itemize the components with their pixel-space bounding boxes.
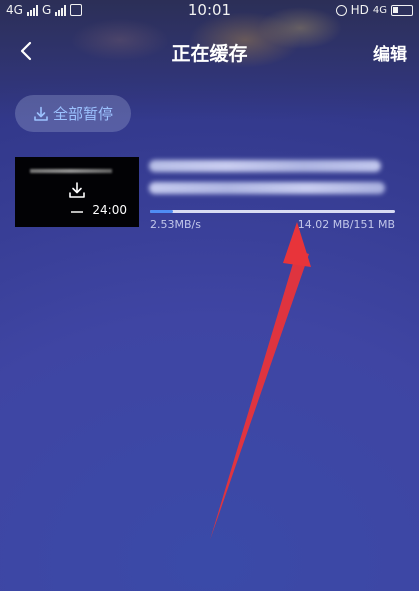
download-item[interactable]: 24:00 2.53MB/s 14.02 MB/151 MB bbox=[15, 157, 405, 237]
status-right: HD 4G bbox=[335, 3, 413, 17]
nav-header: 正在缓存 编辑 bbox=[0, 30, 419, 74]
thumbnail-blurred-text bbox=[30, 169, 112, 173]
download-progress-fill bbox=[150, 210, 173, 213]
download-speed: 2.53MB/s bbox=[150, 218, 201, 231]
page-title: 正在缓存 bbox=[171, 43, 248, 65]
battery-icon bbox=[391, 4, 413, 16]
thumbnail-dash bbox=[71, 211, 83, 213]
video-thumbnail[interactable]: 24:00 bbox=[15, 157, 139, 227]
video-duration: 24:00 bbox=[92, 203, 127, 217]
download-size: 14.02 MB/151 MB bbox=[297, 218, 395, 231]
hd-label: HD bbox=[350, 3, 369, 17]
blurred-title-line-2 bbox=[149, 182, 385, 194]
status-bar: 4G G 10:01 HD 4G bbox=[0, 0, 419, 22]
blurred-title-line-1 bbox=[149, 160, 381, 172]
download-progress-bar bbox=[150, 210, 395, 213]
pause-all-label: 全部暂停 bbox=[52, 105, 113, 123]
downloading-icon bbox=[69, 182, 85, 198]
download-icon bbox=[34, 106, 48, 121]
pause-all-button[interactable]: 全部暂停 bbox=[15, 95, 131, 132]
edit-button[interactable]: 编辑 bbox=[373, 40, 407, 65]
network-label-3: 4G bbox=[372, 4, 387, 16]
alarm-icon bbox=[335, 4, 347, 16]
